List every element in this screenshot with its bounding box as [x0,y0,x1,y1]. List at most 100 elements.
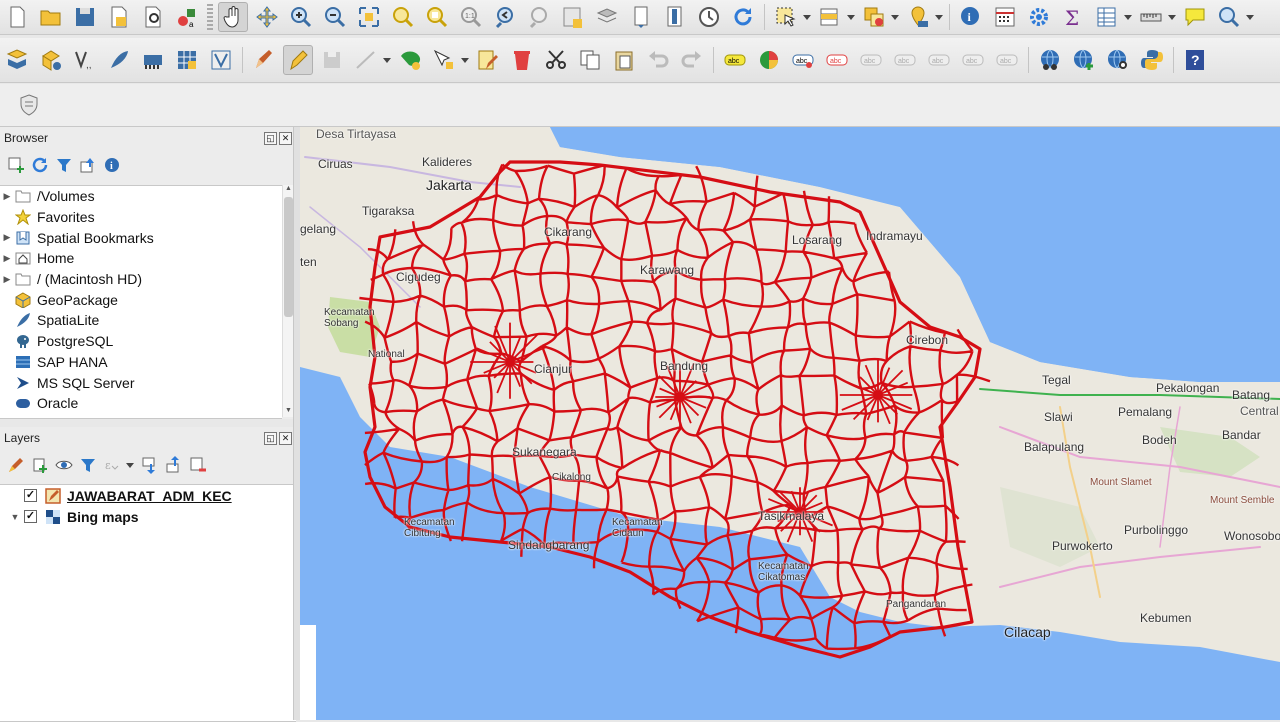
close-panel-icon[interactable]: ✕ [279,431,292,445]
move-label-icon[interactable]: abc [924,45,954,75]
zoom-to-layer-icon[interactable] [422,2,452,32]
globe-binoculars-icon[interactable] [1035,45,1065,75]
add-selected-layers-icon[interactable] [6,155,26,175]
expand-arrow-icon[interactable]: ▶ [0,191,14,202]
identify-features-icon[interactable]: i [956,2,986,32]
layer-item-jawabarat-adm-kec[interactable]: ✓ JAWABARAT_ADM_KEC [0,485,296,506]
show-hide-labels-icon[interactable]: abc [856,45,886,75]
pan-map-icon[interactable] [218,2,248,32]
save-edits-icon[interactable] [317,45,347,75]
locator-search-icon[interactable] [1214,2,1244,32]
add-delimited-text-icon[interactable]: ,, [70,45,100,75]
expand-all-icon[interactable] [140,455,160,475]
add-wms-layer-icon[interactable] [172,45,202,75]
add-layer-icon[interactable] [2,45,32,75]
paste-features-icon[interactable] [609,45,639,75]
redo-icon[interactable] [677,45,707,75]
refresh-layer-icon[interactable] [660,2,690,32]
plugin-shield-icon[interactable] [14,90,44,120]
layer-visibility-checkbox[interactable]: ✓ [24,489,37,502]
browser-item-sap-hana[interactable]: SAP HANA [0,352,282,373]
expand-arrow-icon[interactable]: ▶ [0,232,14,243]
highlight-pinned-labels-icon[interactable]: abc [788,45,818,75]
browser-item-macintosh-hd[interactable]: ▶ / (Macintosh HD) [0,269,282,290]
browser-item-spatial-bookmarks[interactable]: ▶ Spatial Bookmarks [0,227,282,248]
show-bookmarks-icon[interactable] [592,2,622,32]
chevron-down-icon[interactable] [891,2,899,32]
calculator-icon[interactable] [990,2,1020,32]
rotate-label-icon[interactable]: abc [958,45,988,75]
identify-location-icon[interactable] [903,2,933,32]
filter-legend-icon[interactable] [78,455,98,475]
zoom-last-icon[interactable] [490,2,520,32]
print-layout-icon[interactable] [138,2,168,32]
browser-item-favorites[interactable]: Favorites [0,207,282,228]
browser-item-ms-sql-server[interactable]: MS SQL Server [0,372,282,393]
layer-styling-icon[interactable] [6,455,26,475]
diagram-options-icon[interactable] [754,45,784,75]
pin-labels-icon[interactable]: abc [822,45,852,75]
digitize-feather-icon[interactable] [104,45,134,75]
save-project-icon[interactable] [70,2,100,32]
change-label-icon[interactable]: abc [992,45,1022,75]
cut-features-icon[interactable] [541,45,571,75]
undo-icon[interactable] [643,45,673,75]
add-vector-tile-icon[interactable] [206,45,236,75]
show-labels-icon[interactable]: abc [890,45,920,75]
browser-item-postgresql[interactable]: PostgreSQL [0,331,282,352]
toolbar-handle[interactable] [207,4,213,30]
browser-item-volumes[interactable]: ▶ /Volumes [0,186,282,207]
statistics-sigma-icon[interactable]: Σ [1058,2,1088,32]
zoom-next-icon[interactable] [524,2,554,32]
label-toolbar-icon[interactable]: abc [720,45,750,75]
attribute-table-icon[interactable] [1092,2,1122,32]
chevron-down-icon[interactable] [1124,2,1132,32]
zoom-native-icon[interactable]: 1:1 [456,2,486,32]
current-edits-icon[interactable] [249,45,279,75]
python-console-icon[interactable] [1137,45,1167,75]
new-bookmark-icon[interactable] [558,2,588,32]
chevron-down-icon[interactable] [461,45,469,75]
remove-layer-icon[interactable] [188,455,208,475]
map-canvas[interactable]: Desa Tirtayasa Ciruas Kalideres Jakarta … [300,127,1280,720]
zoom-in-icon[interactable] [286,2,316,32]
collapse-all-icon[interactable] [164,455,184,475]
add-vector-layer-icon[interactable] [36,45,66,75]
modify-attributes-icon[interactable] [473,45,503,75]
collapse-all-icon[interactable] [78,155,98,175]
style-manager-icon[interactable]: a [172,2,202,32]
add-polygon-feature-icon[interactable] [395,45,425,75]
delete-selected-icon[interactable] [507,45,537,75]
pan-to-selection-icon[interactable] [252,2,282,32]
zoom-to-selection-icon[interactable] [388,2,418,32]
chevron-down-icon[interactable] [803,2,811,32]
globe-search-icon[interactable] [1103,45,1133,75]
manage-visibility-eye-icon[interactable] [54,455,74,475]
float-panel-icon[interactable]: ◱ [264,431,277,445]
scrollbar-thumb[interactable] [284,197,293,317]
help-icon[interactable]: ? [1180,45,1210,75]
browser-item-geopackage[interactable]: GeoPackage [0,289,282,310]
temporal-controller-icon[interactable] [626,2,656,32]
filter-browser-icon[interactable] [54,155,74,175]
copy-features-icon[interactable] [575,45,605,75]
collapse-arrow-icon[interactable]: ▼ [6,512,24,522]
layer-item-bing-maps[interactable]: ▼ ✓ Bing maps [0,506,296,527]
toggle-editing-icon[interactable] [283,45,313,75]
add-group-icon[interactable] [30,455,50,475]
zoom-full-icon[interactable] [354,2,384,32]
filter-expression-icon[interactable]: ε [102,455,122,475]
save-as-icon[interactable] [104,2,134,32]
globe-add-icon[interactable] [1069,45,1099,75]
attribute-select-icon[interactable] [815,2,845,32]
chevron-down-icon[interactable] [935,2,943,32]
browser-item-spatialite[interactable]: SpatiaLite [0,310,282,331]
browser-item-oracle[interactable]: Oracle [0,393,282,414]
settings-gear-icon[interactable] [1024,2,1054,32]
float-panel-icon[interactable]: ◱ [264,131,277,145]
chevron-down-icon[interactable] [1168,2,1176,32]
open-project-icon[interactable] [36,2,66,32]
refresh-browser-icon[interactable] [30,155,50,175]
chevron-down-icon[interactable] [1246,2,1254,32]
info-icon[interactable]: i [102,155,122,175]
